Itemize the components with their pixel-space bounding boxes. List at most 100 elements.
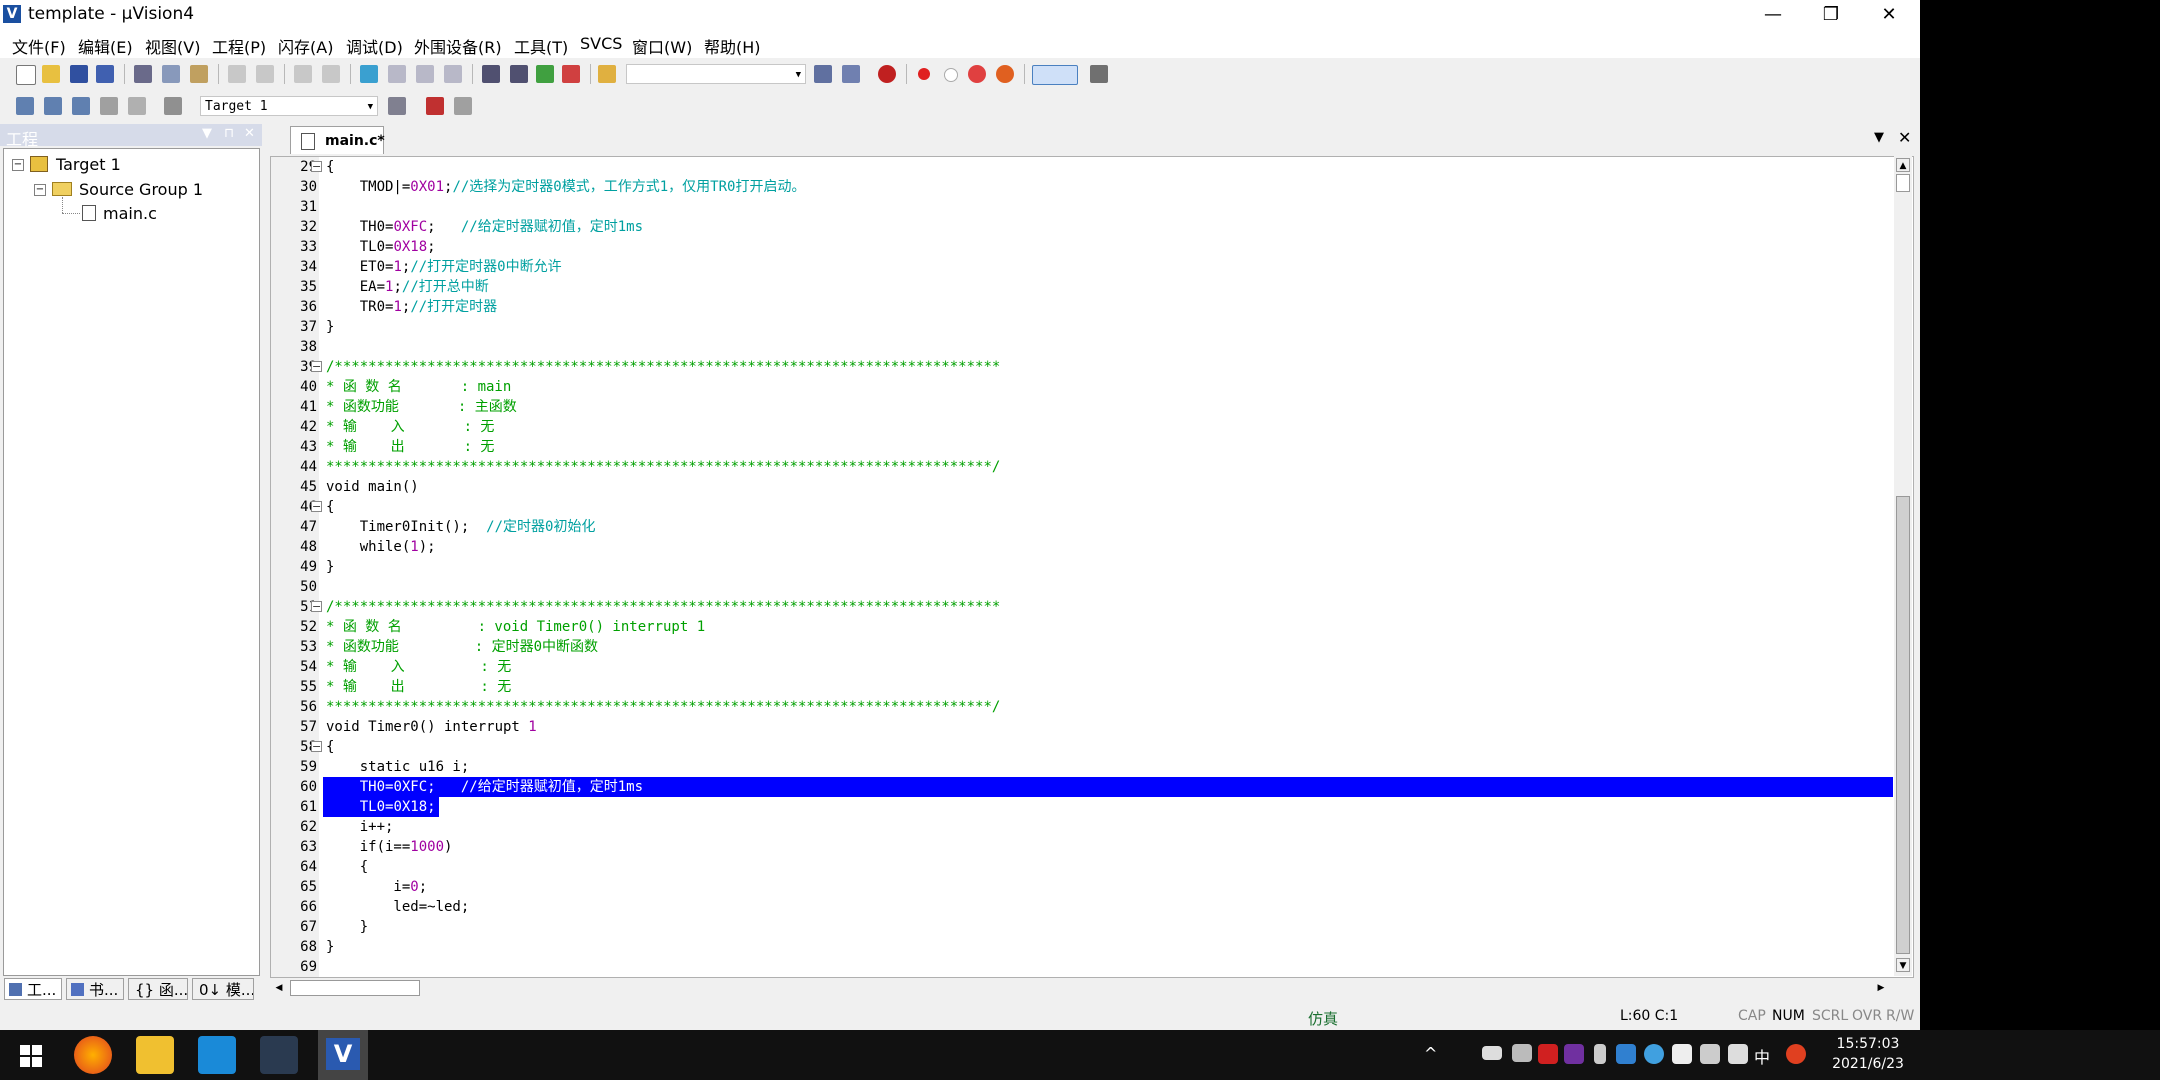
pin-icon[interactable]: ⊓ xyxy=(224,126,234,141)
next-bookmark-icon[interactable] xyxy=(416,65,434,83)
tray-app-icon[interactable] xyxy=(1616,1044,1636,1064)
disable-all-breakpoints-icon[interactable] xyxy=(968,65,986,83)
code-line[interactable]: 66 led=~led; xyxy=(271,897,1891,917)
tab-templates[interactable]: 0↓ 模... xyxy=(192,978,254,1000)
code-line[interactable]: 60 TH0=0XFC; //给定时器赋初值，定时1ms xyxy=(271,777,1891,797)
split-handle[interactable] xyxy=(1896,174,1910,192)
chevron-down-icon[interactable]: ▼ xyxy=(796,65,801,85)
clear-bookmarks-icon[interactable] xyxy=(444,65,462,83)
breakpoint-icon[interactable] xyxy=(918,68,930,80)
collapse-group-icon[interactable]: − xyxy=(34,184,46,196)
code-line[interactable]: 62 i++; xyxy=(271,817,1891,837)
file-extensions-icon[interactable] xyxy=(454,97,472,115)
scroll-up-icon[interactable]: ▲ xyxy=(1896,158,1910,172)
menu-peripherals[interactable]: 外围设备(R) xyxy=(414,34,502,58)
debug-session-icon[interactable] xyxy=(878,65,896,83)
code-line[interactable]: 44 **************************************… xyxy=(271,457,1891,477)
menu-window[interactable]: 窗口(W) xyxy=(632,34,692,58)
code-editor[interactable]: 29−{30 TMOD|=0X01;//选择为定时器0模式，工作方式1，仅用TR… xyxy=(270,156,1914,978)
snipping-tool-icon[interactable] xyxy=(260,1036,298,1074)
fold-toggle-icon[interactable]: − xyxy=(311,501,322,512)
target-options-icon[interactable] xyxy=(388,97,406,115)
find-combo[interactable]: ▼ xyxy=(626,64,806,84)
code-line[interactable]: 55 * 输 出 : 无 xyxy=(271,677,1891,697)
save-icon[interactable] xyxy=(70,65,88,83)
pane-menu-icon[interactable]: ▼ xyxy=(202,126,212,141)
menu-tools[interactable]: 工具(T) xyxy=(514,34,568,58)
firefox-icon[interactable] xyxy=(74,1036,112,1074)
open-file-icon[interactable] xyxy=(42,65,60,83)
code-line[interactable]: 40 * 函 数 名 : main xyxy=(271,377,1891,397)
sogou-ime-icon[interactable] xyxy=(1786,1044,1806,1064)
code-line[interactable]: 32 TH0=0XFC; //给定时器赋初值，定时1ms xyxy=(271,217,1891,237)
fold-toggle-icon[interactable]: − xyxy=(311,741,322,752)
tab-functions[interactable]: {} 函... xyxy=(128,978,188,1000)
menu-view[interactable]: 视图(V) xyxy=(145,34,200,58)
code-line[interactable]: 57 void Timer0() interrupt 1 xyxy=(271,717,1891,737)
redo-icon[interactable] xyxy=(256,65,274,83)
scroll-right-icon[interactable]: ▶ xyxy=(1874,981,1888,995)
tree-item-main-c[interactable]: main.c xyxy=(103,204,157,223)
vertical-scrollbar[interactable]: ▲ ▼ xyxy=(1894,156,1912,976)
code-line[interactable]: 68} xyxy=(271,937,1891,957)
menu-svcs[interactable]: SVCS xyxy=(580,34,622,53)
menu-file[interactable]: 文件(F) xyxy=(12,34,66,58)
menu-help[interactable]: 帮助(H) xyxy=(704,34,761,58)
batch-build-icon[interactable] xyxy=(100,97,118,115)
translate-icon[interactable] xyxy=(16,97,34,115)
code-line[interactable]: 56 **************************************… xyxy=(271,697,1891,717)
minimize-button[interactable]: — xyxy=(1744,0,1802,30)
microphone-icon[interactable] xyxy=(1594,1044,1606,1064)
code-line[interactable]: 59 static u16 i; xyxy=(271,757,1891,777)
collapse-target-icon[interactable]: − xyxy=(12,159,24,171)
bookmark-icon[interactable] xyxy=(360,65,378,83)
tab-main-c[interactable]: main.c* xyxy=(290,126,385,154)
tab-books[interactable]: 书... xyxy=(66,978,124,1000)
incremental-find-icon[interactable] xyxy=(842,65,860,83)
system-clock[interactable]: 15:57:03 2021/6/23 xyxy=(1808,1034,1928,1074)
photos-icon[interactable] xyxy=(198,1036,236,1074)
code-line[interactable]: 51−/************************************… xyxy=(271,597,1891,617)
code-line[interactable]: 54 * 输 入 : 无 xyxy=(271,657,1891,677)
undo-icon[interactable] xyxy=(228,65,246,83)
code-line[interactable]: 42 * 输 入 : 无 xyxy=(271,417,1891,437)
code-line[interactable]: 50 xyxy=(271,577,1891,597)
code-line[interactable]: 47 Timer0Init(); //定时器0初始化 xyxy=(271,517,1891,537)
scroll-down-icon[interactable]: ▼ xyxy=(1896,958,1910,972)
nav-forward-icon[interactable] xyxy=(322,65,340,83)
code-line[interactable]: 35 EA=1;//打开总中断 xyxy=(271,277,1891,297)
horizontal-scrollbar[interactable]: ◀ ▶ xyxy=(270,978,1892,998)
tree-item-target[interactable]: Target 1 xyxy=(56,155,121,174)
code-line[interactable]: 30 TMOD|=0X01;//选择为定时器0模式，工作方式1，仅用TR0打开启… xyxy=(271,177,1891,197)
code-line[interactable]: 65 i=0; xyxy=(271,877,1891,897)
code-line[interactable]: 64 { xyxy=(271,857,1891,877)
manage-components-icon[interactable] xyxy=(426,97,444,115)
target-combo[interactable]: Target 1 ▼ xyxy=(200,96,378,116)
find-in-files-icon[interactable] xyxy=(598,65,616,83)
kill-breakpoints-icon[interactable] xyxy=(996,65,1014,83)
wps-icon[interactable] xyxy=(1538,1044,1558,1064)
copy-icon[interactable] xyxy=(162,65,180,83)
onenote-icon[interactable] xyxy=(1564,1044,1584,1064)
code-line[interactable]: 45 void main() xyxy=(271,477,1891,497)
fold-toggle-icon[interactable]: − xyxy=(311,161,322,172)
wifi-icon[interactable] xyxy=(1512,1044,1532,1062)
code-line[interactable]: 49} xyxy=(271,557,1891,577)
code-line[interactable]: 31 xyxy=(271,197,1891,217)
new-file-icon[interactable] xyxy=(16,65,36,85)
scroll-left-icon[interactable]: ◀ xyxy=(272,981,286,995)
menu-edit[interactable]: 编辑(E) xyxy=(78,34,133,58)
rebuild-icon[interactable] xyxy=(72,97,90,115)
tree-item-source-group[interactable]: Source Group 1 xyxy=(79,180,203,199)
file-explorer-icon[interactable] xyxy=(136,1036,174,1074)
paste-icon[interactable] xyxy=(190,65,208,83)
fold-toggle-icon[interactable]: − xyxy=(311,601,322,612)
code-line[interactable]: 63 if(i==1000) xyxy=(271,837,1891,857)
tray-app2-icon[interactable] xyxy=(1644,1044,1664,1064)
load-icon[interactable] xyxy=(164,97,182,115)
code-line[interactable]: 46−{ xyxy=(271,497,1891,517)
code-line[interactable]: 67 } xyxy=(271,917,1891,937)
stop-build-icon[interactable] xyxy=(128,97,146,115)
code-line[interactable]: 38 xyxy=(271,337,1891,357)
volume-icon[interactable] xyxy=(1728,1044,1748,1064)
